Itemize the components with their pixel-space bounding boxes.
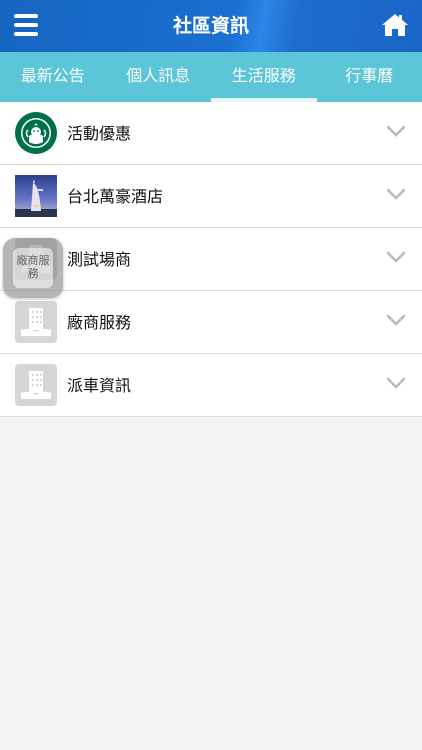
tab-life-services[interactable]: 生活服務 — [211, 52, 317, 102]
list-item-marriott-hotel[interactable]: 台北萬豪酒店 — [0, 165, 422, 228]
hotel-photo-icon — [15, 175, 57, 217]
service-list: 活動優惠 台北萬豪酒店 測試場商 廠商服務 派車資訊 — [0, 102, 422, 417]
floating-badge-label: 廠商服務 — [13, 248, 53, 288]
list-item-label: 派車資訊 — [67, 376, 132, 395]
app-header: 社區資訊 — [0, 0, 422, 52]
tab-calendar[interactable]: 行事曆 — [317, 52, 422, 102]
building-icon — [15, 364, 57, 406]
tab-latest-announcements[interactable]: 最新公告 — [0, 52, 106, 102]
chevron-down-icon — [386, 125, 406, 137]
building-icon — [15, 301, 57, 343]
list-item-test-vendor[interactable]: 測試場商 — [0, 228, 422, 291]
chevron-down-icon — [386, 377, 406, 389]
floating-vendor-badge[interactable]: 廠商服務 — [3, 238, 63, 298]
page-title: 社區資訊 — [172, 15, 249, 37]
list-item-dispatch-info[interactable]: 派車資訊 — [0, 354, 422, 417]
starbucks-logo-icon — [15, 112, 57, 154]
chevron-down-icon — [386, 251, 406, 263]
list-item-promotions[interactable]: 活動優惠 — [0, 102, 422, 165]
home-icon[interactable] — [381, 12, 409, 38]
list-item-label: 台北萬豪酒店 — [67, 187, 164, 206]
list-item-label: 活動優惠 — [67, 124, 132, 143]
chevron-down-icon — [386, 188, 406, 200]
chevron-down-icon — [386, 314, 406, 326]
tab-personal-messages[interactable]: 個人訊息 — [106, 52, 212, 102]
list-item-label: 廠商服務 — [67, 313, 132, 332]
tab-bar: 最新公告 個人訊息 生活服務 行事曆 — [0, 52, 422, 102]
list-item-vendor-services[interactable]: 廠商服務 — [0, 291, 422, 354]
list-item-label: 測試場商 — [67, 250, 132, 269]
